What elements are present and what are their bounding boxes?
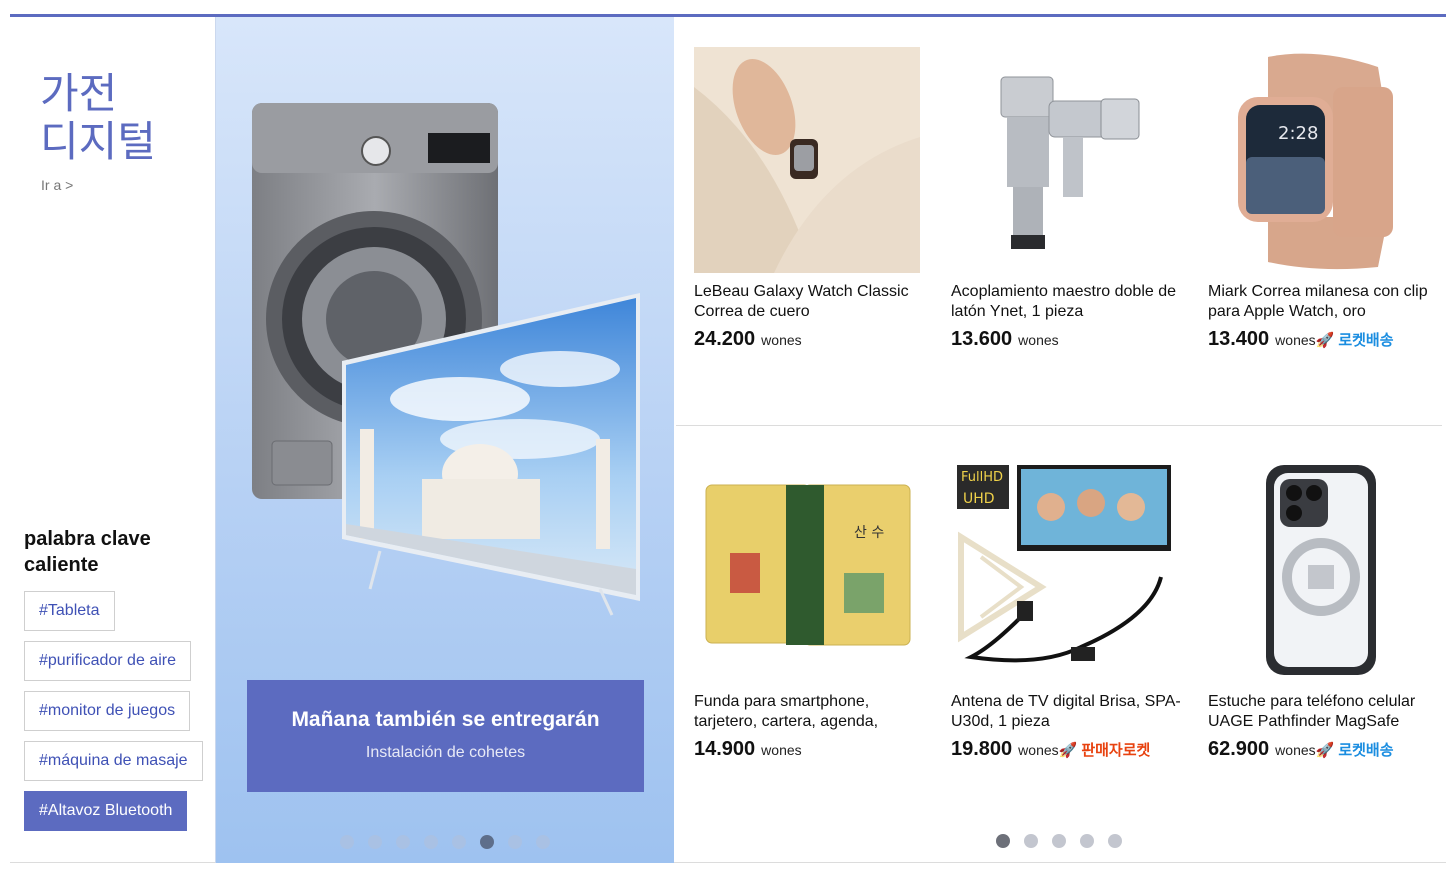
product-card-tv-antenna[interactable]: FullHD UHD Antena de TV digital Brisa, S… [951,457,1191,761]
svg-text:FullHD: FullHD [961,470,1003,485]
product-price-unit: wones [1275,332,1316,348]
tv-antenna-photo: FullHD UHD [951,457,1177,683]
product-pager [676,834,1442,848]
brass-coupling-photo [951,47,1177,273]
product-price-unit: wones [1018,332,1059,348]
promo-subtitle: Instalación de cohetes [365,744,526,761]
banner-dot-5[interactable] [452,835,466,849]
product-price: 14.900 [694,738,756,760]
milanese-strap-photo: 2:28 [1208,47,1434,273]
product-price-row: 13.400 wones 🚀 로켓배송 [1208,328,1448,351]
product-name[interactable]: Antena de TV digital Brisa, SPA-U30d, 1 … [951,692,1191,732]
product-name[interactable]: Estuche para teléfono celular UAGE Pathf… [1208,692,1448,732]
banner-dot-4[interactable] [424,835,438,849]
svg-text:UHD: UHD [963,491,995,507]
product-page-dot-3[interactable] [1052,834,1066,848]
product-price: 13.600 [951,328,1013,350]
product-thumb-milanese-strap[interactable]: 2:28 [1208,47,1434,273]
product-card-phone-case[interactable]: Estuche para teléfono celular UAGE Pathf… [1208,457,1448,761]
svg-text:산 수: 산 수 [854,525,884,541]
promo-banner[interactable]: Mañana también se entregarán Instalación… [215,17,674,863]
seller-rocket-badge: 판매자로켓 [1081,742,1151,759]
product-thumb-phone-case[interactable] [1208,457,1434,683]
phone-case-photo [1208,457,1434,683]
product-thumb-watch-leather-strap[interactable] [694,47,920,273]
product-price: 24.200 [694,328,756,350]
hot-keywords-title: palabra clave caliente [24,528,151,576]
banner-dot-7[interactable] [508,835,522,849]
product-price: 19.800 [951,738,1013,760]
svg-text:2:28: 2:28 [1278,123,1318,144]
product-card-milanese-strap[interactable]: 2:28 Miark Correa milanesa con clip para… [1208,47,1448,351]
hot-keyword-tag-massage-machine[interactable]: #máquina de masaje [24,741,203,781]
hot-keyword-tag-air-purifier[interactable]: #purificador de aire [24,641,191,681]
product-card-watch-leather-strap[interactable]: LeBeau Galaxy Watch Classic Correa de cu… [694,47,934,351]
hot-keyword-tag-gaming-monitor[interactable]: #monitor de juegos [24,691,191,731]
product-price-unit: wones [1275,742,1316,758]
product-thumb-phone-wallet-case[interactable]: 산 수 [694,457,920,683]
tv-image [342,293,640,616]
product-name[interactable]: Acoplamiento maestro doble de latón Ynet… [951,282,1191,322]
banner-pager [216,835,674,849]
product-name[interactable]: Funda para smartphone, tarjetero, carter… [694,692,934,732]
product-price-row: 13.600 wones [951,328,1191,351]
banner-dot-1[interactable] [340,835,354,849]
rocket-icon: 🚀 [1315,332,1335,349]
rocket-icon: 🚀 [1315,742,1335,759]
banner-dot-8[interactable] [536,835,550,849]
product-price-row: 14.900 wones [694,738,934,761]
product-price-row: 62.900 wones 🚀 로켓배송 [1208,738,1448,761]
banner-dot-3[interactable] [396,835,410,849]
category-title: 가전 디지털 [40,70,190,166]
product-name[interactable]: Miark Correa milanesa con clip para Appl… [1208,282,1448,322]
banner-dot-6[interactable] [480,835,494,849]
product-card-phone-wallet-case[interactable]: 산 수 Funda para smartphone, tarjetero, ca… [694,457,934,761]
goto-category-link[interactable]: Ir a > [41,177,73,193]
rocket-delivery-badge: 로켓배송 [1338,332,1394,349]
phone-wallet-case-photo: 산 수 [694,457,920,683]
product-price: 13.400 [1208,328,1270,350]
category-title-line2: 디지털 [40,117,156,166]
rocket-delivery-badge: 로켓배송 [1338,742,1394,759]
watch-strap-photo [694,47,920,273]
product-page-dot-5[interactable] [1108,834,1122,848]
product-thumb-tv-antenna[interactable]: FullHD UHD [951,457,1177,683]
promo-delivery-card[interactable]: Mañana también se entregarán Instalación… [247,680,644,792]
banner-dot-2[interactable] [368,835,382,849]
product-grid-divider [676,425,1442,426]
hot-keyword-tag-bluetooth-speaker[interactable]: #Altavoz Bluetooth [24,791,188,831]
product-price-unit: wones [1018,742,1059,758]
promo-title: Mañana también se entregarán [291,708,600,731]
product-price-row: 19.800 wones 🚀 판매자로켓 [951,738,1191,761]
hot-keyword-tag-tablet[interactable]: #Tableta [24,591,115,631]
product-price-unit: wones [761,742,802,758]
category-title-line1: 가전 [40,69,118,118]
product-price: 62.900 [1208,738,1270,760]
rocket-icon: 🚀 [1058,742,1078,759]
product-page-dot-2[interactable] [1024,834,1038,848]
product-card-brass-coupling[interactable]: Acoplamiento maestro doble de latón Ynet… [951,47,1191,351]
product-name[interactable]: LeBeau Galaxy Watch Classic Correa de cu… [694,282,934,322]
product-page-dot-1[interactable] [996,834,1010,848]
product-thumb-brass-coupling[interactable] [951,47,1177,273]
product-page-dot-4[interactable] [1080,834,1094,848]
product-price-unit: wones [761,332,802,348]
product-price-row: 24.200 wones [694,328,934,351]
